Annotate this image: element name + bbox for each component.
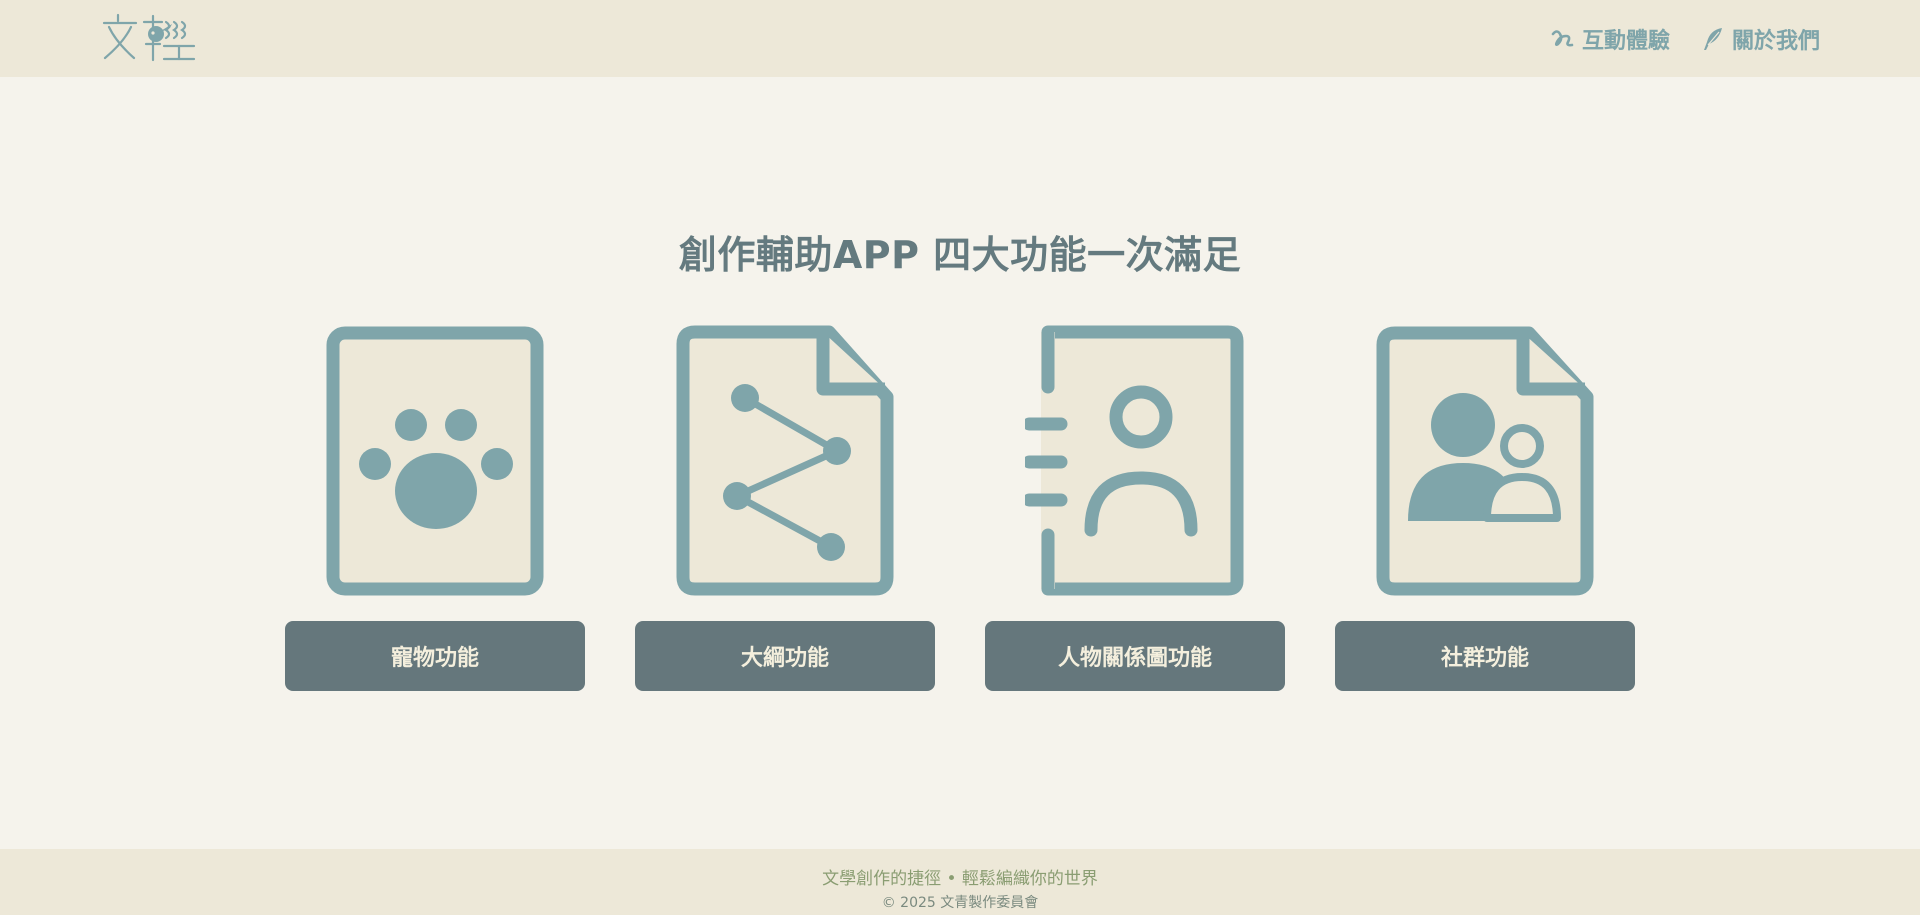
feature-card-outline: 大綱功能 bbox=[635, 325, 935, 693]
paw-document-icon bbox=[326, 326, 544, 596]
group-document-icon bbox=[1376, 326, 1594, 596]
pet-feature-button[interactable]: 寵物功能 bbox=[285, 621, 585, 691]
feature-card-community: 社群功能 bbox=[1335, 325, 1635, 693]
contact-book-icon bbox=[1025, 325, 1244, 596]
feature-card-relations: 人物關係圖功能 bbox=[985, 325, 1285, 693]
relations-feature-button[interactable]: 人物關係圖功能 bbox=[985, 621, 1285, 691]
swirl-icon bbox=[1551, 30, 1574, 47]
feature-card-pet: 寵物功能 bbox=[285, 325, 585, 693]
footer: 文學創作的捷徑 • 輕鬆編織你的世界 © 2025 文青製作委員會 bbox=[0, 849, 1920, 915]
nav-link-about[interactable]: 關於我們 bbox=[1700, 23, 1820, 55]
footer-slogan: 文學創作的捷徑 • 輕鬆編織你的世界 bbox=[822, 869, 1098, 889]
main-nav: 互動體驗 關於我們 bbox=[1550, 20, 1820, 58]
community-feature-button[interactable]: 社群功能 bbox=[1335, 621, 1635, 691]
nav-link-label: 關於我們 bbox=[1731, 29, 1820, 54]
nav-link-interactive[interactable]: 互動體驗 bbox=[1550, 23, 1670, 55]
top-bar: 文輕 互動體驗 關於我們 bbox=[0, 0, 1920, 77]
outline-document-icon bbox=[676, 325, 894, 596]
outline-feature-button[interactable]: 大綱功能 bbox=[635, 621, 935, 691]
nav-link-label: 互動體驗 bbox=[1581, 29, 1670, 54]
feather-icon bbox=[1703, 28, 1722, 50]
logo[interactable]: 文輕 bbox=[100, 12, 200, 64]
page-title: 創作輔助APP 四大功能一次滿足 bbox=[678, 233, 1242, 277]
logo-icon bbox=[102, 13, 196, 62]
footer-copyright: © 2025 文青製作委員會 bbox=[881, 895, 1039, 911]
